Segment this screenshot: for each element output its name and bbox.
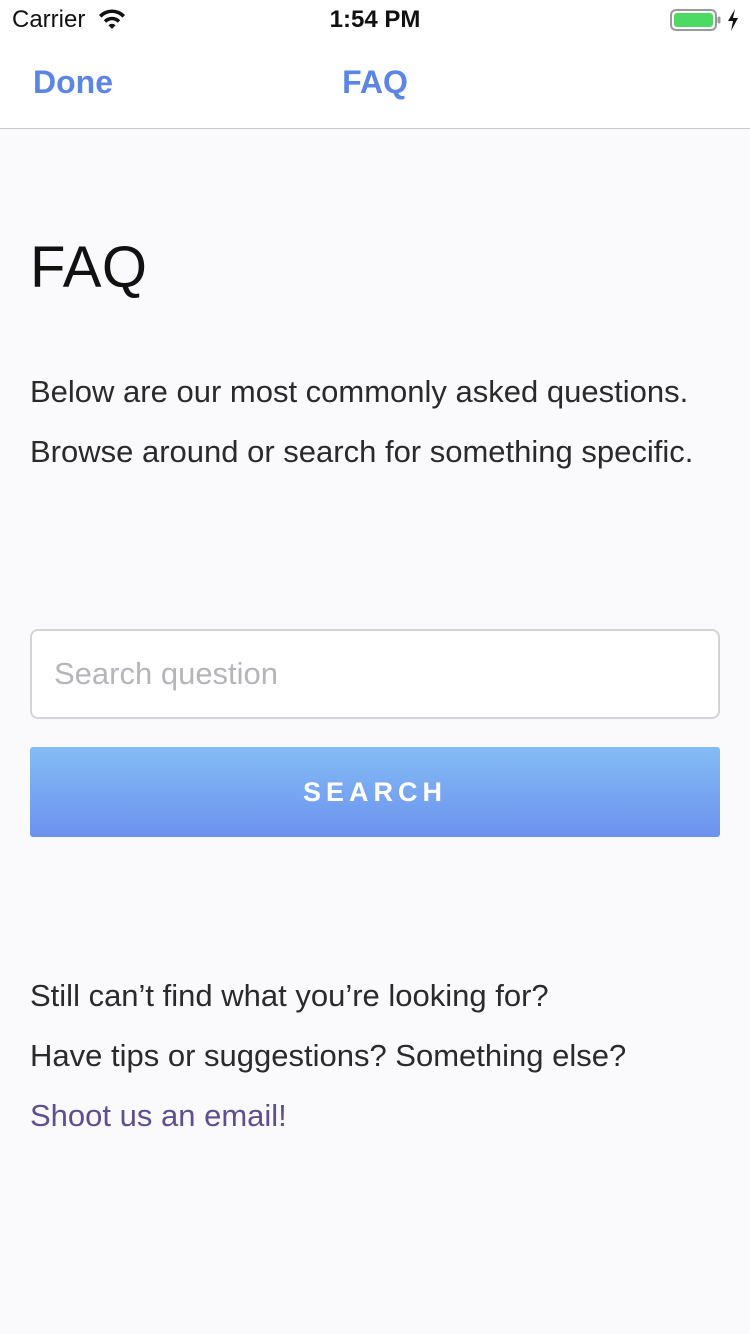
intro-line-2: Browse around or search for something sp…: [30, 434, 694, 469]
intro-text: Below are our most commonly asked questi…: [30, 362, 710, 482]
contact-section: Still can’t find what you’re looking for…: [30, 966, 730, 1146]
nav-title: FAQ: [342, 64, 408, 100]
battery-indicator: [670, 8, 740, 32]
battery-icon: [670, 9, 721, 31]
faq-screen: Carrier 1:54 PM Done FAQ FAQ Below are o…: [0, 0, 750, 1334]
search-input[interactable]: [30, 629, 720, 719]
page-title: FAQ: [30, 235, 148, 300]
status-bar: Carrier 1:54 PM: [0, 0, 750, 40]
navigation-bar: Done FAQ: [0, 40, 750, 129]
footer-line-2: Have tips or suggestions? Something else…: [30, 1038, 627, 1073]
intro-line-1: Below are our most commonly asked questi…: [30, 374, 689, 409]
footer-line-1: Still can’t find what you’re looking for…: [30, 978, 549, 1013]
charging-bolt-icon: [728, 9, 738, 31]
email-link[interactable]: Shoot us an email!: [30, 1098, 287, 1133]
email-link-row: Shoot us an email!: [30, 1086, 730, 1146]
status-time: 1:54 PM: [329, 6, 421, 33]
search-button[interactable]: SEARCH: [30, 747, 720, 837]
